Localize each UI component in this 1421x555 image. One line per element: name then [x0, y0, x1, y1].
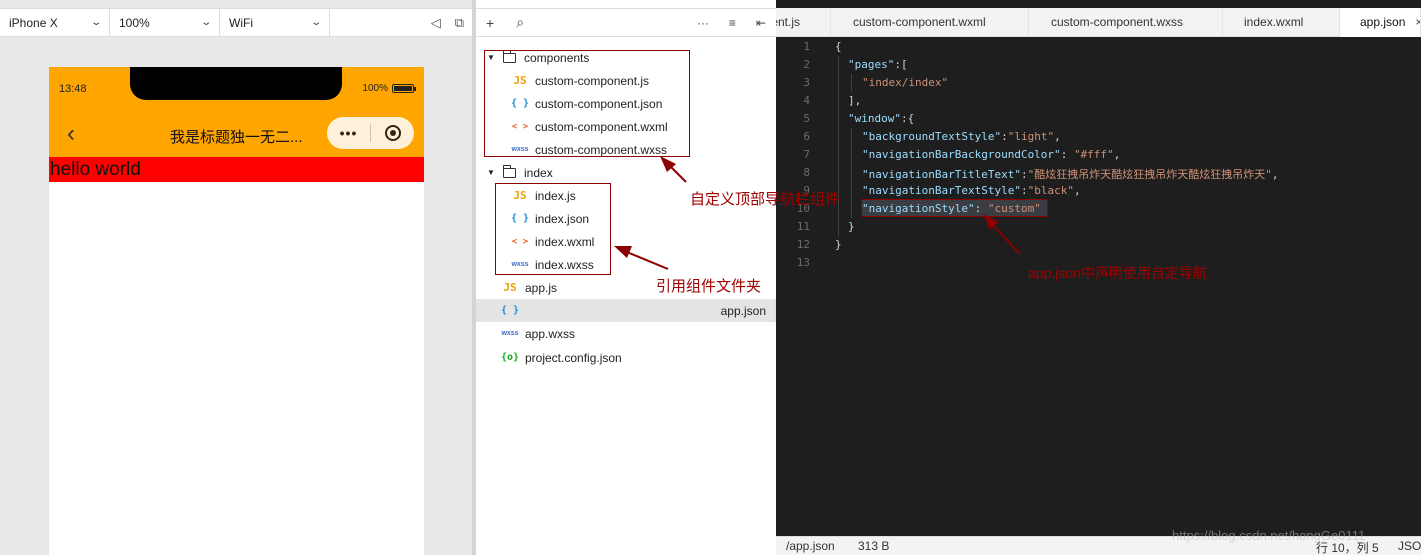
- annotation-ref-folder: 引用组件文件夹: [656, 278, 762, 295]
- annotation-custom-nav: 自定义顶部导航栏组件: [690, 191, 841, 208]
- arrowhead-app-json: [983, 214, 999, 230]
- ide-window: iPhone X ⌄ 100% ⌄ WiFi ⌄ ◁ ⧉ 13:48 100%: [0, 0, 1421, 555]
- annotation-app-json: app.json中声明使用自定导航: [1028, 265, 1207, 281]
- arrowhead-index: [614, 246, 632, 258]
